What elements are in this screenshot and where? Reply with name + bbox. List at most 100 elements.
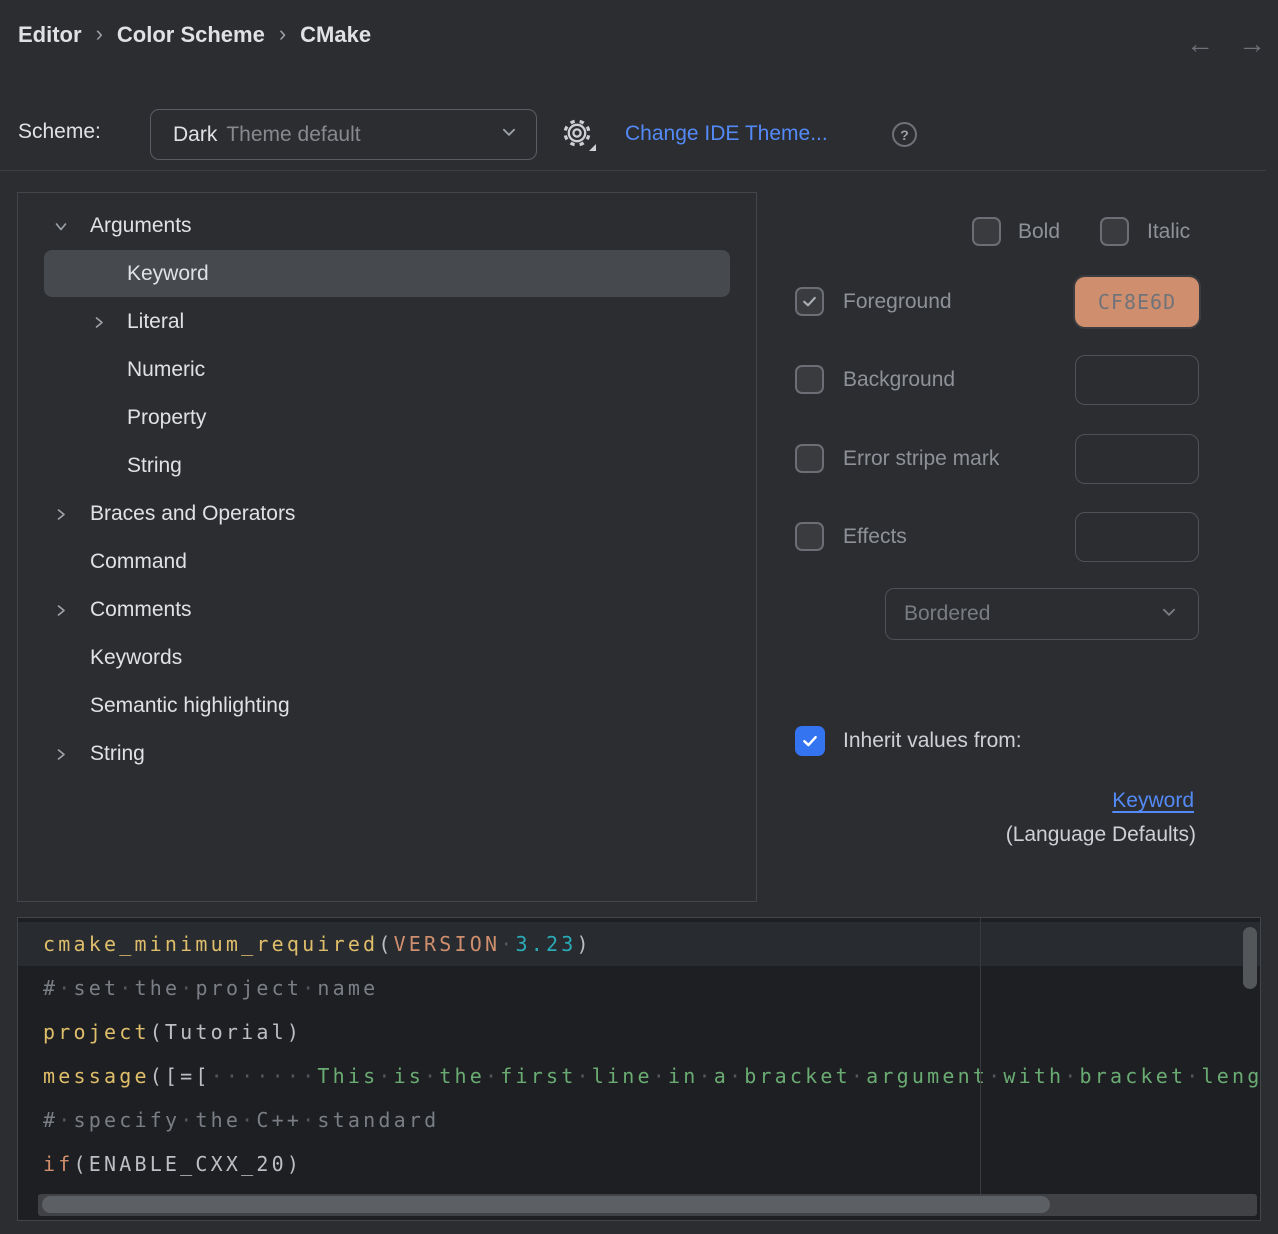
tree-item-label: Literal: [127, 310, 184, 334]
token-str: bracket: [1080, 1064, 1187, 1088]
token-par: (ENABLE_CXX_20): [73, 1152, 302, 1176]
tree-item-comments[interactable]: Comments: [18, 586, 756, 634]
checkbox-background[interactable]: [795, 365, 824, 394]
chevron-right-icon[interactable]: [53, 602, 69, 618]
change-ide-theme-link[interactable]: Change IDE Theme...: [625, 122, 828, 146]
tree-item-command[interactable]: Command: [18, 538, 756, 586]
color-swatch-effects[interactable]: [1075, 512, 1199, 562]
checkbox-bold[interactable]: [972, 217, 1001, 246]
tree-item-semantic-highlighting[interactable]: Semantic highlighting: [18, 682, 756, 730]
label-bold: Bold: [1018, 220, 1060, 244]
code-line: #·set·the·project·name: [18, 966, 1260, 1010]
token-com: set: [74, 976, 120, 1000]
token-kw: if: [43, 1152, 73, 1176]
token-par: ): [576, 932, 591, 956]
token-ws: ·······: [211, 1064, 318, 1088]
chevron-right-icon[interactable]: [91, 314, 107, 330]
tree-item-label: String: [127, 454, 182, 478]
tree-item-label: Braces and Operators: [90, 502, 295, 526]
checkbox-effects[interactable]: [795, 522, 824, 551]
scheme-value-primary: Dark: [173, 123, 217, 147]
scheme-select[interactable]: Dark Theme default: [150, 109, 537, 160]
breadcrumb-item-editor[interactable]: Editor: [18, 22, 82, 48]
token-com: standard: [317, 1108, 439, 1132]
token-num: 3.23: [516, 932, 577, 956]
check-icon: [804, 737, 815, 745]
checkbox-foreground[interactable]: [795, 287, 824, 316]
label-foreground: Foreground: [843, 290, 952, 314]
help-icon[interactable]: ?: [892, 122, 917, 147]
chevron-right-icon: ›: [96, 21, 103, 47]
token-com: the: [134, 976, 180, 1000]
breadcrumb-item-cmake[interactable]: CMake: [300, 22, 371, 48]
horizontal-scrollbar-thumb[interactable]: [42, 1196, 1050, 1213]
tree-item-string[interactable]: String: [18, 442, 756, 490]
label-background: Background: [843, 368, 955, 392]
token-ws: ·: [1064, 1064, 1079, 1088]
breadcrumb: Editor › Color Scheme › CMake: [18, 22, 371, 48]
tree-item-label: Property: [127, 406, 206, 430]
color-swatch-error-stripe-mark[interactable]: [1075, 434, 1199, 484]
tree-item-keywords[interactable]: Keywords: [18, 634, 756, 682]
token-cmd: project: [43, 1020, 150, 1044]
breadcrumb-item-color-scheme[interactable]: Color Scheme: [117, 22, 265, 48]
code-line: project(Tutorial): [18, 1010, 1260, 1054]
token-str: in: [668, 1064, 698, 1088]
token-str: first: [500, 1064, 576, 1088]
tree-item-literal[interactable]: Literal: [18, 298, 756, 346]
inherit-values-checkbox[interactable]: [795, 726, 825, 756]
inherit-source-link[interactable]: Keyword: [1112, 789, 1194, 813]
tree-item-string[interactable]: String: [18, 730, 756, 778]
token-ws: ·: [424, 1064, 439, 1088]
token-str: bracket: [744, 1064, 851, 1088]
chevron-right-icon[interactable]: [53, 746, 69, 762]
inherit-values-label: Inherit values from:: [843, 729, 1022, 753]
token-par: (Tutorial): [150, 1020, 302, 1044]
scheme-value-secondary: Theme default: [226, 123, 500, 147]
language-defaults-note: (Language Defaults): [1006, 823, 1196, 847]
chevron-right-icon[interactable]: [53, 506, 69, 522]
label-error-stripe-mark: Error stripe mark: [843, 447, 999, 471]
token-par: (: [378, 932, 393, 956]
chevron-down-icon[interactable]: [53, 218, 69, 234]
code-line: message([=[·······This·is·the·first·line…: [18, 1054, 1260, 1098]
token-ws: ·: [180, 976, 195, 1000]
code-line: #·specify·the·C++·standard: [18, 1098, 1260, 1142]
chevron-placeholder: [91, 362, 107, 378]
token-com: name: [317, 976, 378, 1000]
tree-item-label: Semantic highlighting: [90, 694, 290, 718]
token-ws: ·: [180, 1108, 195, 1132]
code-lines: cmake_minimum_required(VERSION·3.23)#·se…: [18, 922, 1260, 1186]
color-swatch-background[interactable]: [1075, 355, 1199, 405]
tree-item-braces-and-operators[interactable]: Braces and Operators: [18, 490, 756, 538]
chevron-placeholder: [91, 266, 107, 282]
swatch-hex-value: CF8E6D: [1098, 290, 1176, 314]
forward-arrow-icon[interactable]: →: [1238, 30, 1266, 58]
gear-icon[interactable]: [562, 118, 594, 150]
checkbox-error-stripe-mark[interactable]: [795, 444, 824, 473]
token-com: C++: [256, 1108, 302, 1132]
token-ws: ·: [988, 1064, 1003, 1088]
effects-type-value: Bordered: [904, 602, 1160, 626]
color-swatch-foreground[interactable]: CF8E6D: [1075, 277, 1199, 327]
tree-item-numeric[interactable]: Numeric: [18, 346, 756, 394]
tree-item-keyword[interactable]: Keyword: [18, 250, 756, 298]
token-ws: ·: [1186, 1064, 1201, 1088]
checkbox-italic[interactable]: [1100, 217, 1129, 246]
scheme-label: Scheme:: [18, 120, 101, 144]
token-str: This: [317, 1064, 378, 1088]
chevron-placeholder: [91, 458, 107, 474]
tree-item-property[interactable]: Property: [18, 394, 756, 442]
label-italic: Italic: [1147, 220, 1190, 244]
back-arrow-icon[interactable]: ←: [1186, 30, 1214, 58]
token-str: the: [439, 1064, 485, 1088]
editor-preview[interactable]: cmake_minimum_required(VERSION·3.23)#·se…: [17, 917, 1261, 1221]
token-str: argument: [866, 1064, 988, 1088]
code-line: if(ENABLE_CXX_20): [18, 1142, 1260, 1186]
token-par: ([=[: [150, 1064, 211, 1088]
effects-type-select[interactable]: Bordered: [885, 588, 1199, 640]
vertical-scrollbar[interactable]: [1243, 927, 1257, 989]
tree-item-arguments[interactable]: Arguments: [18, 202, 756, 250]
horizontal-scrollbar-track[interactable]: [38, 1194, 1257, 1216]
token-com: #: [43, 1108, 58, 1132]
